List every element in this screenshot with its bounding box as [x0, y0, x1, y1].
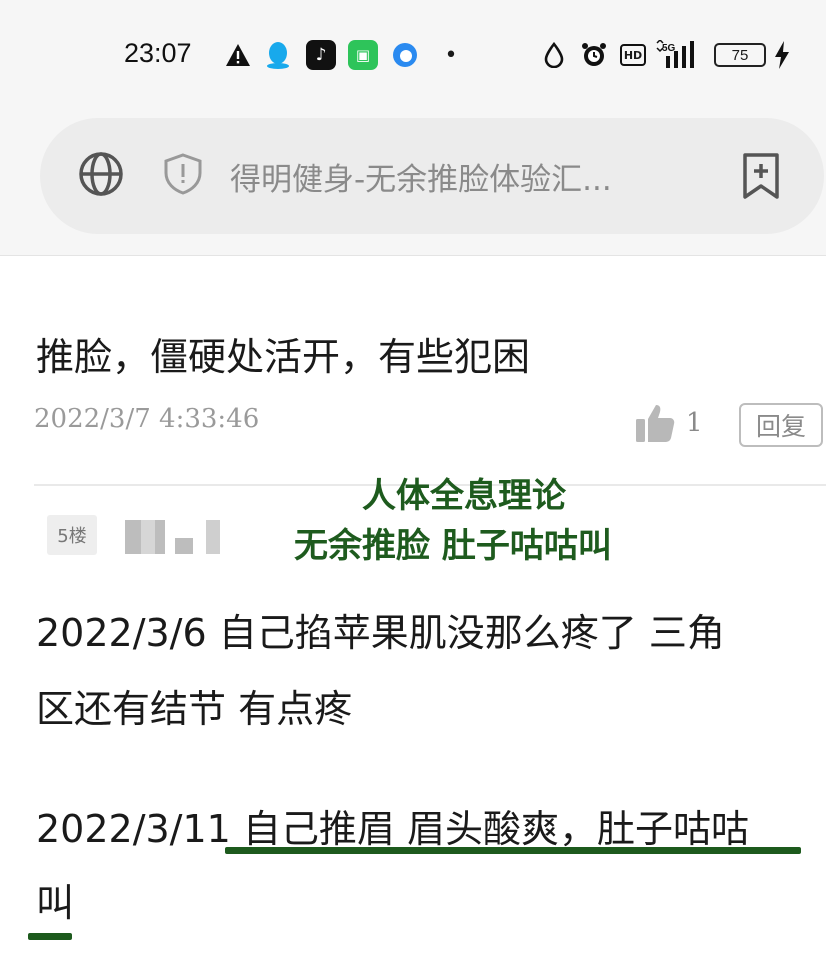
- para2-line2: 叫: [36, 881, 75, 925]
- post-content: 推脸，僵硬处活开，有些犯困: [36, 335, 531, 379]
- tiktok-icon: ♪: [306, 40, 336, 70]
- para2-line1: 2022/3/11 自己推眉 眉头酸爽，肚子咕咕: [36, 807, 750, 851]
- thumbs-up-icon[interactable]: [634, 402, 676, 444]
- qq-icon: [264, 40, 292, 70]
- bookmark-add-icon[interactable]: [740, 152, 782, 200]
- browser-icon: [390, 40, 420, 70]
- url-pill[interactable]: 得明健身-无余推脸体验汇...: [40, 118, 824, 234]
- drop-icon: [542, 40, 566, 70]
- status-time: 23:07: [124, 38, 192, 68]
- para1-line1: 2022/3/6 自己掐苹果肌没那么疼了 三角: [36, 611, 725, 655]
- alarm-icon: [580, 40, 608, 70]
- annotation-line-1: 人体全息理论: [362, 476, 566, 516]
- globe-icon[interactable]: [77, 150, 125, 198]
- para1-line2: 区还有结节 有点疼: [36, 687, 353, 731]
- notification-dot-icon: •: [444, 42, 458, 68]
- charging-icon: [772, 40, 792, 70]
- warning-icon: [224, 40, 252, 70]
- handdrawn-underline-short: [28, 933, 72, 940]
- message-icon: ▣: [348, 40, 378, 70]
- floor-badge: 5楼: [47, 515, 97, 555]
- address-bar: 得明健身-无余推脸体验汇...: [0, 112, 826, 256]
- reply-button[interactable]: 回复: [739, 403, 823, 447]
- handdrawn-underline: [225, 847, 801, 854]
- status-bar: 23:07 ♪ ▣ • HD 5G 75: [0, 0, 826, 112]
- signal-icon: 5G: [656, 40, 702, 70]
- post-timestamp: 2022/3/7 4:33:46: [34, 404, 260, 434]
- hd-icon: HD: [620, 44, 646, 66]
- shield-icon[interactable]: [161, 152, 205, 196]
- battery-icon: 75: [714, 43, 766, 67]
- svg-text:5G: 5G: [662, 43, 676, 54]
- like-count: 1: [686, 408, 703, 438]
- annotation-line-2: 无余推脸 肚子咕咕叫: [294, 526, 612, 566]
- page-title[interactable]: 得明健身-无余推脸体验汇...: [230, 154, 612, 199]
